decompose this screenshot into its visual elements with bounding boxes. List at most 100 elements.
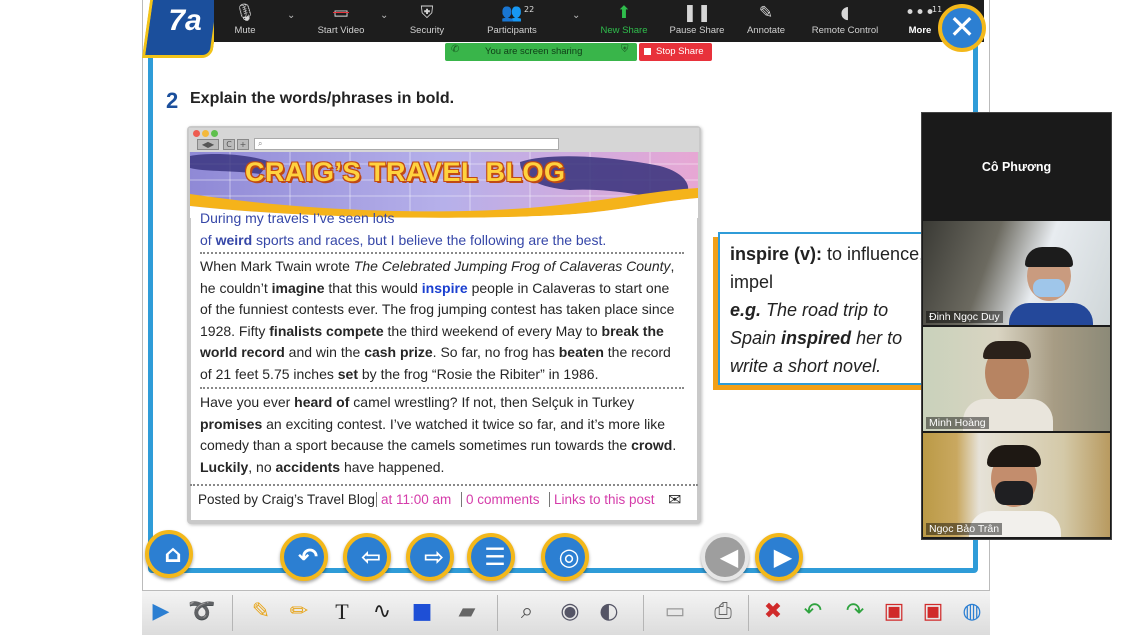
participant-name: Ngọc Bảo Trân (926, 523, 1003, 535)
menu-list-button[interactable]: ☰ (467, 533, 515, 581)
disc-icon: ◎ (558, 543, 580, 571)
spotlight-icon[interactable]: ◉ (553, 595, 587, 629)
blog-text-line: world record and win the cash prize. So … (200, 344, 671, 360)
shape-tool-icon[interactable]: ■ (405, 595, 439, 629)
chevron-down-icon[interactable]: ⌄ (287, 10, 295, 21)
zoom-button-label: New Share (600, 25, 648, 36)
back-forward-icon: ◀▶ (197, 139, 219, 150)
arrow-left-icon: ◀ (719, 543, 739, 571)
chevron-down-icon[interactable]: ⌄ (380, 10, 388, 21)
stop-square-icon (644, 48, 651, 55)
save-icon[interactable]: ▣ (877, 595, 911, 629)
address-bar: ⌕ (254, 138, 559, 150)
close-icon[interactable]: ✕ (938, 4, 986, 52)
previous-page-button[interactable]: ⇦ (343, 533, 391, 581)
blog-text-line: promises an exciting contest. I’ve watch… (200, 415, 666, 432)
paragraph-separator (200, 252, 684, 254)
participant-hair (987, 445, 1041, 467)
post-comments[interactable]: 0 comments (461, 492, 540, 507)
undo-nav-button[interactable]: ↶ (280, 533, 328, 581)
home-button[interactable]: ⌂ (145, 530, 193, 578)
add-tab-icon: + (237, 139, 249, 150)
participant-video-tile[interactable]: Minh Hoàng (923, 327, 1110, 431)
zoom-mute-button[interactable]: 🎙 Mute (222, 3, 268, 41)
microphone-icon: 🎙 (234, 3, 256, 23)
toolbar-divider (497, 595, 498, 631)
participants-icon: 👥 (501, 3, 523, 23)
redo-icon[interactable]: ↷ (838, 595, 872, 629)
question-number: 2 (166, 88, 179, 113)
stop-share-label: Stop Share (656, 46, 704, 57)
pencil-icon[interactable]: ✎ (244, 595, 278, 629)
participant-video-tile[interactable]: Đinh Ngọc Duy (923, 221, 1110, 325)
participant-shirt (1009, 303, 1093, 325)
paragraph-separator (200, 387, 684, 389)
post-links[interactable]: Links to this post (549, 492, 655, 507)
window-close-dot (193, 130, 200, 137)
zoom-participants-button[interactable]: 👥 22 Participants (476, 3, 548, 41)
sharing-status-text: You are screen sharing (485, 46, 583, 57)
stop-share-button[interactable]: Stop Share (639, 43, 712, 61)
email-icon[interactable]: ✉ (668, 490, 681, 510)
toolbar-divider (748, 595, 749, 631)
share-arrow-icon: ⬆ (616, 3, 632, 23)
window-minimize-dot (202, 130, 209, 137)
zoom-annotate-button[interactable]: ✎ Annotate (738, 3, 794, 41)
highlighter-icon[interactable]: ✏ (282, 595, 316, 629)
zoom-start-video-button[interactable]: ▭ Start Video (304, 3, 378, 41)
blog-text-line: he couldn’t imagine that this would insp… (200, 279, 670, 296)
blog-text-line: When Mark Twain wrote The Celebrated Jum… (200, 258, 675, 274)
zoom-button-label: Mute (234, 25, 256, 36)
question-text: Explain the words/phrases in bold. (190, 90, 455, 107)
eraser-icon[interactable]: ▰ (450, 595, 484, 629)
face-mask (1033, 279, 1065, 297)
undo-icon[interactable]: ↶ (796, 595, 830, 629)
zoom-button-label: Start Video (317, 25, 365, 36)
zoom-magnifier-icon[interactable]: ⌕ (510, 595, 544, 629)
zoom-button-label: Pause Share (669, 25, 725, 36)
mouse-icon: ◖ (840, 3, 850, 23)
face-mask (995, 481, 1033, 505)
zoom-remote-control-button[interactable]: ◖ Remote Control (803, 3, 887, 41)
next-slide-button[interactable]: ▶ (755, 533, 803, 581)
posted-by: Posted by Craig’s Travel Blog (198, 492, 375, 507)
blog-intro-line-2: of weird sports and races, but I believe… (200, 232, 607, 248)
expand-toolbar-icon[interactable]: ▶ (148, 595, 174, 629)
hide-reveal-icon[interactable]: ◐ (592, 595, 626, 629)
pencil-icon: ✎ (758, 3, 774, 23)
text-tool-icon[interactable]: T (325, 595, 359, 629)
audio-button[interactable]: ◎ (541, 533, 589, 581)
shield-icon: ⛨ (420, 3, 434, 23)
zoom-more-button[interactable]: ••• 11 More (895, 3, 945, 41)
zoom-pause-share-button[interactable]: ❚❚ Pause Share (667, 3, 727, 41)
clear-all-icon[interactable]: ✖ (756, 595, 790, 629)
globe-icon[interactable]: ◍ (955, 595, 989, 629)
curve-tool-icon[interactable]: ∿ (365, 595, 399, 629)
definition-term: inspire (v): (730, 244, 823, 264)
save-as-icon[interactable]: ▣ (916, 595, 950, 629)
unit-label: 7a (168, 4, 202, 37)
zoom-security-button[interactable]: ⛨ Security (398, 3, 456, 41)
pause-icon: ❚❚ (682, 3, 712, 23)
next-page-button[interactable]: ⇨ (406, 533, 454, 581)
lasso-icon[interactable]: ➰ (185, 595, 219, 629)
example-label: e.g. (730, 300, 762, 320)
phone-icon: ✆ (451, 44, 460, 55)
printer-icon[interactable]: ⎙ (706, 595, 740, 629)
chevron-down-icon[interactable]: ⌄ (572, 10, 580, 21)
blog-title: CRAIG’S TRAVEL BLOG (245, 157, 566, 187)
blog-text-line: 1928. Fifty finalists compete the third … (200, 322, 664, 339)
zoom-button-label: Annotate (746, 25, 786, 36)
host-name: Cô Phương (981, 160, 1052, 174)
blog-post-footer: Posted by Craig’s Travel Blog at 11:00 a… (190, 484, 698, 516)
participant-video-tile[interactable]: Ngọc Bảo Trân (923, 433, 1110, 537)
definition-text: inspire (v): to influence, impel e.g. Th… (730, 244, 925, 376)
return-arrow-icon: ↶ (297, 543, 319, 571)
participant-hair (983, 341, 1031, 359)
previous-slide-button[interactable]: ◀ (701, 533, 749, 581)
screen-sharing-banner: ✆ You are screen sharing ⛨ (445, 43, 637, 61)
zoom-new-share-button[interactable]: ⬆ New Share (590, 3, 658, 41)
toolbar-divider (232, 595, 233, 631)
whiteboard-icon[interactable]: ▭ (658, 595, 692, 629)
zoom-button-label: Participants (487, 25, 537, 36)
